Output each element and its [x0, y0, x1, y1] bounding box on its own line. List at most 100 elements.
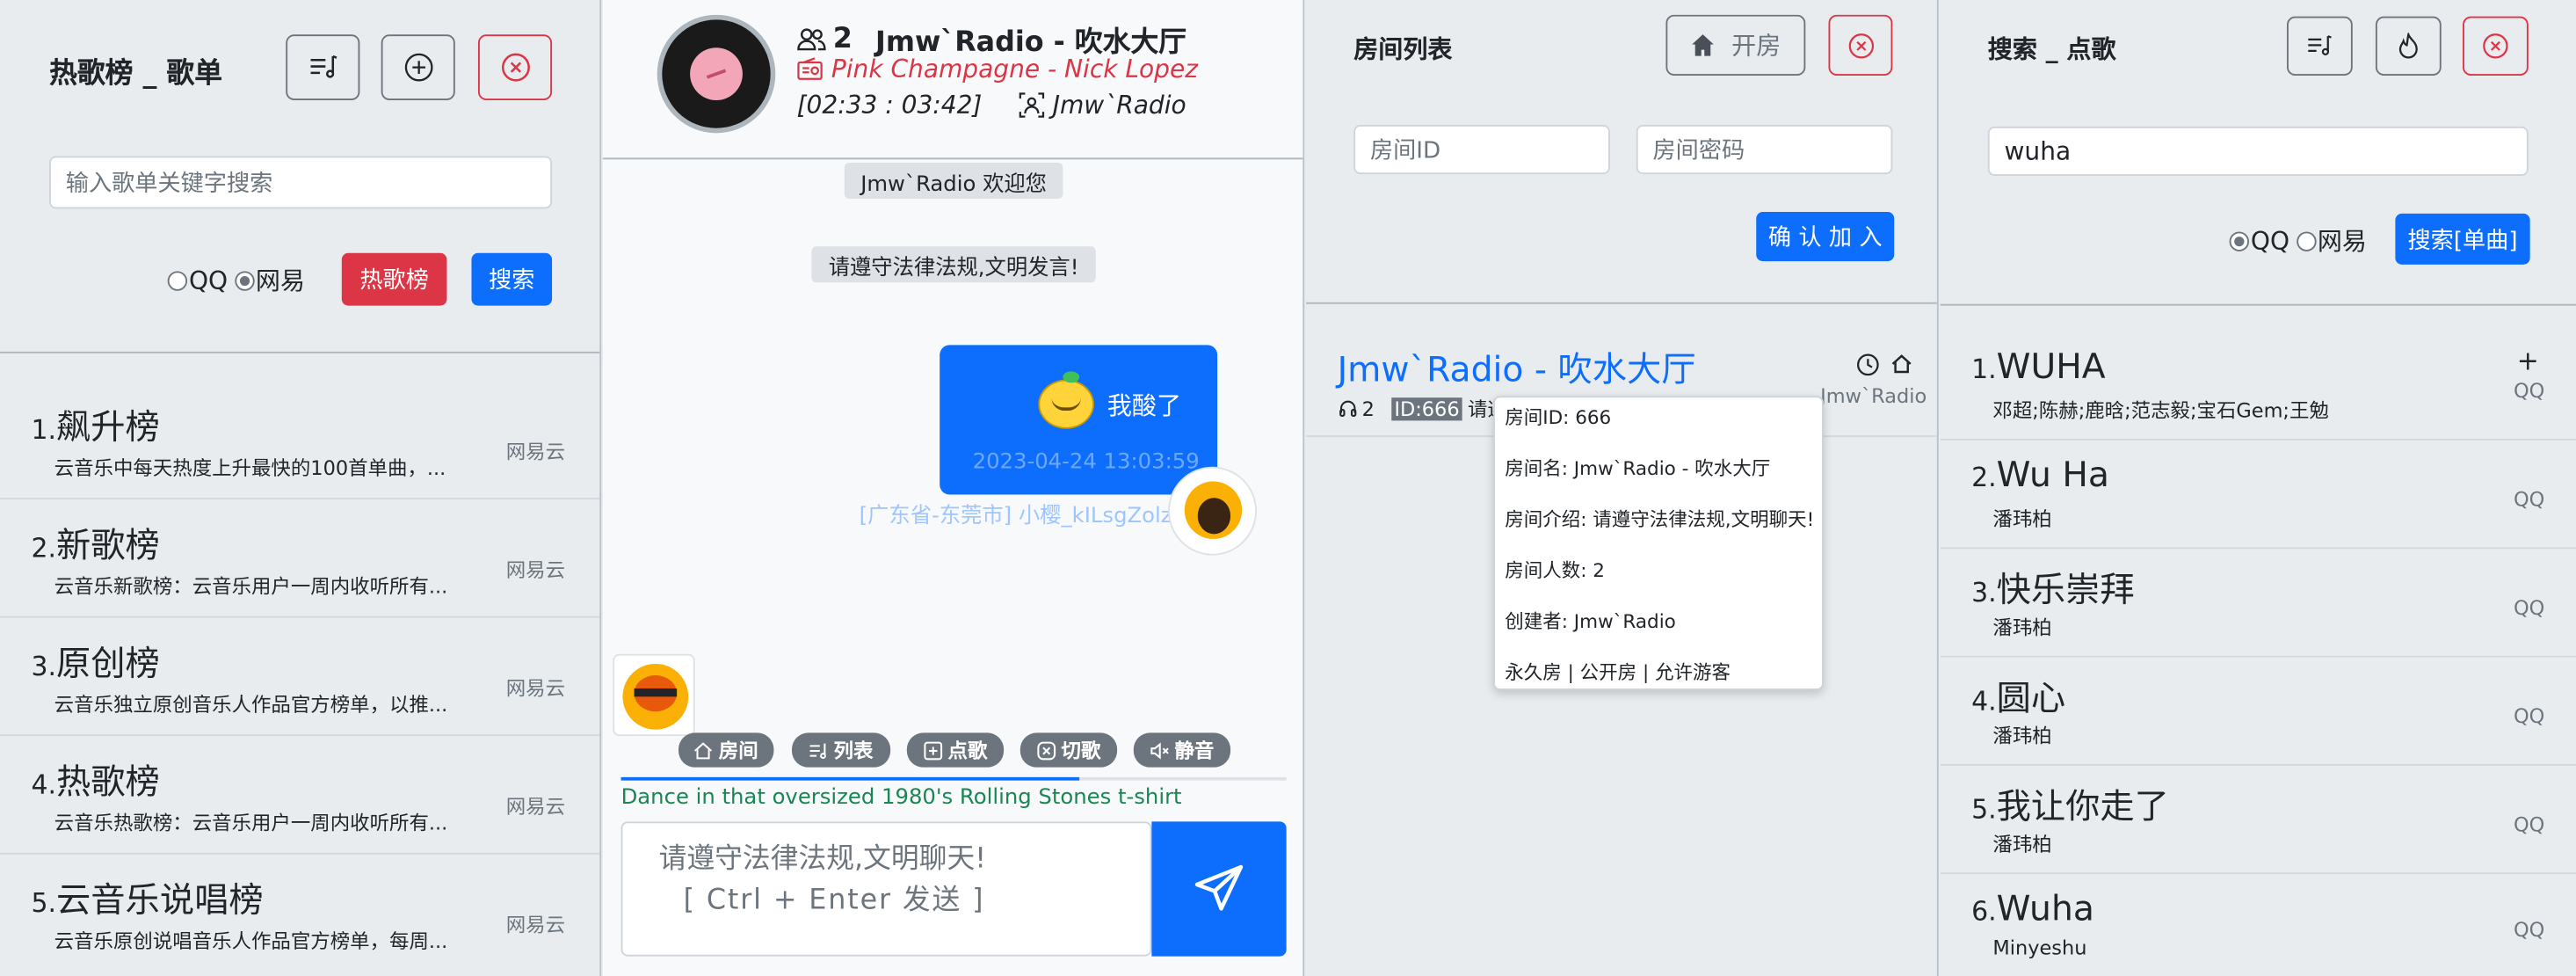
search-button[interactable]: 搜索 [471, 252, 553, 306]
disc-needle [706, 69, 727, 79]
divider [1306, 302, 1937, 304]
playlist-icon [2308, 35, 2332, 55]
song-item-num: 3. [1971, 576, 1997, 608]
list-item[interactable]: 2.新歌榜 云音乐新歌榜：云音乐用户一周内收听所有... 网易云 [0, 499, 600, 618]
radio-icon [797, 57, 823, 80]
room-password-input[interactable]: 房间密码 [1636, 125, 1893, 175]
album-cover [690, 47, 743, 100]
close-icon [1847, 33, 1874, 58]
list-item-index: 2.新歌榜 [32, 520, 160, 569]
mute-chip[interactable]: 静音 [1133, 732, 1231, 768]
skip-chip[interactable]: 切歌 [1020, 732, 1118, 768]
song-item-num: 5. [1971, 793, 1997, 826]
hot-button[interactable] [2375, 16, 2442, 76]
song-item-index: 1.WUHA [1971, 346, 2105, 386]
list-item-desc: 云音乐中每天热度上升最快的100首单曲，... [54, 456, 446, 480]
join-room-button[interactable]: 确 认 加 入 [1756, 212, 1895, 262]
app-stage: 热歌榜 _ 歌单 输入歌单关键字搜索 QQ 网易 热歌榜 搜索 1.飙升榜 云音… [0, 0, 2576, 976]
radio-netease[interactable] [2296, 230, 2316, 251]
song-item[interactable]: 3.快乐崇拜 潘玮柏 QQ [1940, 549, 2576, 658]
room-id-badge: ID:666 [1390, 397, 1463, 420]
close-button[interactable] [2463, 16, 2529, 76]
radio-netease[interactable] [234, 270, 255, 290]
close-button[interactable] [477, 34, 553, 100]
player-header: 2 Jmw`Radio - 吹水大厅 Pink Champagne - Nick… [603, 0, 1303, 160]
playlist-button[interactable] [2287, 16, 2353, 76]
list-item[interactable]: 4.热歌榜 云音乐热歌榜：云音乐用户一周内收听所有... 网易云 [0, 736, 600, 855]
vinyl-disc[interactable] [657, 14, 776, 134]
close-button[interactable] [1828, 14, 1893, 76]
hot-chart-button[interactable]: 热歌榜 [341, 252, 447, 306]
list-item-index: 4.热歌榜 [32, 756, 160, 805]
tooltip-room-name: 房间名: Jmw`Radio - 吹水大厅 [1505, 456, 1771, 480]
chat-input-placeholder-2: [ Ctrl + Enter 发送 ] [683, 884, 985, 917]
room-item-owner: Jmw`Radio [1820, 384, 1927, 408]
self-avatar-glasses [634, 688, 678, 697]
chart-panel-title: 热歌榜 _ 歌单 [49, 57, 222, 91]
song-item-index: 4.圆心 [1971, 672, 2065, 721]
room-tooltip [1493, 396, 1824, 690]
add-song-icon[interactable]: + [2517, 345, 2539, 376]
list-item-desc: 云音乐独立原创音乐人作品官方榜单，以推... [54, 693, 448, 717]
list-item-source: 网易云 [505, 676, 566, 701]
list-item-source: 网易云 [505, 795, 566, 819]
tooltip-room-intro: 房间介绍: 请遵守法律法规,文明聊天! [1505, 507, 1815, 531]
avatar-face [1197, 498, 1231, 535]
house-icon [1891, 354, 1912, 374]
list-item[interactable]: 5.云音乐说唱榜 云音乐原创说唱音乐人作品官方榜单，每周... 网易云 [0, 855, 599, 976]
source-radio-group: QQ 网易 [167, 263, 305, 297]
song-item-num: 1. [1971, 353, 1997, 385]
list-item[interactable]: 1.飙升榜 云音乐中每天热度上升最快的100首单曲，... 网易云 [0, 382, 600, 500]
room-name: Jmw`Radio - 吹水大厅 [875, 25, 1187, 60]
list-item-num: 1. [31, 413, 57, 446]
room-panel-title: 房间列表 [1353, 34, 1453, 64]
open-room-button[interactable]: 开房 [1665, 14, 1806, 76]
time-host-line: [02:33 : 03:42] Jmw`Radio [797, 91, 1186, 120]
tooltip-room-flags: 永久房 | 公开房 | 允许游客 [1505, 660, 1731, 684]
list-item-title: 飙升榜 [56, 407, 160, 448]
skip-icon [1037, 740, 1056, 760]
song-search-input[interactable]: wuha [1987, 126, 2529, 176]
sender-avatar[interactable] [1168, 466, 1257, 556]
add-button[interactable] [381, 34, 455, 100]
list-item[interactable]: 3.原创榜 云音乐独立原创音乐人作品官方榜单，以推... 网易云 [0, 618, 600, 737]
list-chip[interactable]: 列表 [791, 732, 891, 768]
radio-qq[interactable] [167, 270, 188, 290]
now-playing-line: Pink Champagne - Nick Lopez [797, 55, 1198, 84]
song-item-artist: Minyeshu [1992, 936, 2087, 960]
room-chip[interactable]: 房间 [678, 732, 774, 768]
host-name: Jmw`Radio [1052, 90, 1186, 120]
tooltip-room-id: 房间ID: 666 [1505, 405, 1612, 429]
song-item[interactable]: 6.Wuha Minyeshu QQ [1941, 874, 2576, 976]
list-item-index: 3.原创榜 [32, 637, 160, 687]
mute-icon [1150, 741, 1169, 759]
chat-input[interactable]: 请遵守法律法规,文明聊天! [ Ctrl + Enter 发送 ] [620, 821, 1152, 957]
list-item-source: 网易云 [505, 440, 566, 463]
house-fire-icon [1692, 34, 1714, 56]
now-playing-text: Pink Champagne - Nick Lopez [831, 54, 1198, 84]
self-avatar[interactable] [613, 653, 695, 737]
playlist-search-input[interactable]: 输入歌单关键字搜索 [49, 156, 553, 209]
song-item-source: QQ [2513, 488, 2545, 512]
song-item[interactable]: 5.我让你走了 潘玮柏 QQ [1940, 766, 2576, 875]
list-item-title: 原创榜 [56, 644, 160, 684]
divider [1940, 303, 2576, 306]
song-item[interactable]: 1.WUHA 邓超;陈赫;鹿晗;范志毅;宝石Gem;王勉 + QQ [1940, 331, 2576, 441]
progress-track[interactable] [620, 776, 1287, 781]
room-item-title: Jmw`Radio - 吹水大厅 [1337, 350, 1696, 390]
playlist-button[interactable] [286, 34, 360, 100]
song-item[interactable]: 2.Wu Ha 潘玮柏 QQ [1940, 441, 2576, 550]
tooltip-room-creator: 创建者: Jmw`Radio [1505, 609, 1676, 633]
headphones-icon [1339, 400, 1357, 417]
pick-song-chip[interactable]: 点歌 [906, 732, 1005, 768]
send-button[interactable] [1151, 821, 1287, 957]
room-chip-label: 房间 [718, 739, 758, 763]
send-icon [1194, 864, 1244, 911]
song-item[interactable]: 4.圆心 潘玮柏 QQ [1940, 657, 2576, 766]
radio-qq[interactable] [2229, 230, 2250, 251]
room-item-count: 2 [1361, 397, 1375, 420]
open-room-label: 开房 [1731, 31, 1781, 62]
room-id-input[interactable]: 房间ID [1353, 125, 1610, 175]
listener-count: 2 [832, 22, 853, 55]
search-single-button[interactable]: 搜索[单曲] [2395, 213, 2530, 265]
